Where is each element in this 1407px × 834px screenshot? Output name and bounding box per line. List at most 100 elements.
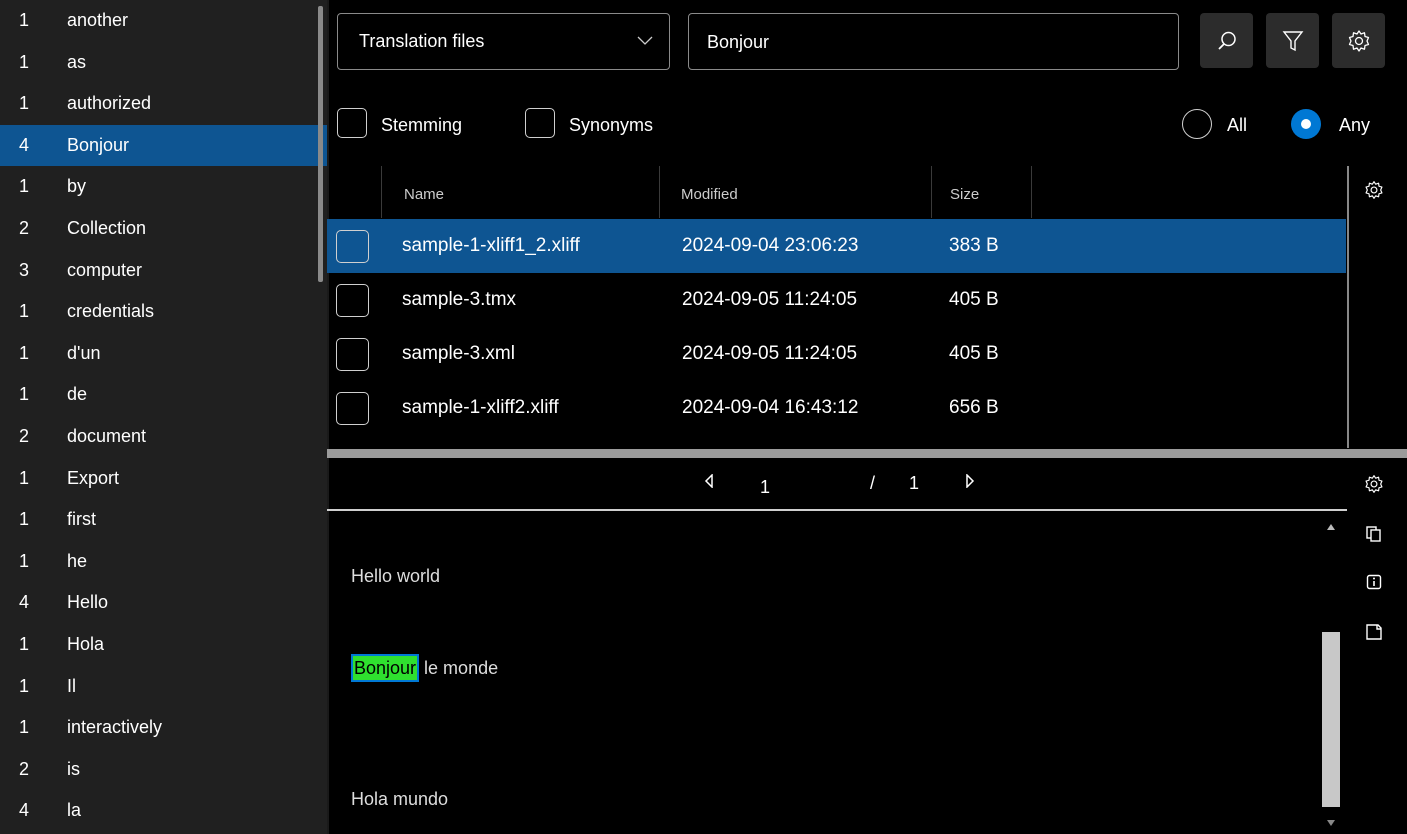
word-label: he	[67, 550, 88, 571]
next-page-button[interactable]	[965, 474, 975, 488]
column-header-name[interactable]: Name	[404, 186, 444, 203]
content-scrollbar[interactable]	[1320, 514, 1342, 834]
word-count: 4	[19, 800, 30, 821]
word-list-item[interactable]: 1 Hola	[0, 624, 327, 665]
scrollbar-thumb[interactable]	[1322, 632, 1340, 807]
word-label: Export	[67, 467, 120, 488]
info-icon[interactable]	[1362, 570, 1386, 594]
word-label: another	[67, 10, 129, 30]
column-divider[interactable]	[659, 166, 660, 218]
word-label: by	[67, 176, 87, 197]
row-checkbox[interactable]	[336, 230, 369, 263]
copy-icon[interactable]	[1362, 522, 1386, 546]
word-count: 1	[19, 10, 30, 30]
cell-modified: 2024-09-04 16:43:12	[682, 397, 859, 418]
word-list-item[interactable]: 1 authorized	[0, 83, 327, 124]
column-header-size[interactable]: Size	[950, 186, 982, 203]
table-right-border	[1347, 166, 1349, 448]
row-checkbox[interactable]	[336, 284, 369, 317]
word-list-scrollbar[interactable]	[318, 6, 323, 282]
word-label: de	[67, 384, 88, 405]
cell-name: sample-3.xml	[402, 343, 515, 364]
word-label: credentials	[67, 301, 155, 322]
word-label: la	[67, 800, 82, 821]
cell-name: sample-3.tmx	[402, 289, 517, 310]
search-button[interactable]	[1200, 13, 1253, 68]
table-row[interactable]: sample-3.tmx 2024-09-05 11:24:05 405 B	[327, 273, 1346, 327]
prev-page-button[interactable]	[704, 474, 714, 488]
row-checkbox[interactable]	[336, 338, 369, 371]
table-settings-gear-icon[interactable]	[1362, 178, 1386, 202]
word-count: 4	[19, 134, 30, 155]
synonyms-checkbox[interactable]	[525, 108, 555, 138]
column-divider[interactable]	[931, 166, 932, 218]
cell-name: sample-1-xliff2.xliff	[402, 397, 559, 418]
word-count: 1	[19, 634, 30, 654]
content-line-3: Hola mundo	[351, 789, 449, 809]
stemming-checkbox[interactable]	[337, 108, 367, 138]
word-label: first	[67, 509, 96, 530]
word-list-item[interactable]: 2 document	[0, 416, 327, 457]
scroll-down-arrow-icon[interactable]	[1327, 820, 1335, 826]
word-list-item[interactable]: 4 Hello	[0, 582, 327, 623]
word-list-item[interactable]: 3 computer	[0, 250, 327, 291]
table-row[interactable]: sample-3.xml 2024-09-05 11:24:05 405 B	[327, 327, 1346, 381]
word-label: computer	[67, 259, 143, 280]
word-label: as	[67, 51, 87, 72]
pager-divider	[327, 509, 1347, 511]
word-count: 1	[19, 342, 30, 363]
word-count: 3	[19, 259, 30, 280]
cell-size: 405 B	[949, 343, 999, 364]
word-list-item[interactable]: 4 la	[0, 790, 327, 831]
word-list-item[interactable]: 2 is	[0, 749, 327, 790]
column-header-modified[interactable]: Modified	[681, 186, 738, 203]
word-list-item[interactable]: 4 Bonjour	[0, 124, 327, 166]
filter-icon	[1282, 30, 1304, 52]
any-radio[interactable]	[1291, 109, 1321, 139]
search-input[interactable]	[707, 28, 1157, 56]
content-line-1: Hello world	[351, 566, 441, 586]
horizontal-splitter[interactable]	[327, 449, 1407, 458]
open-document-icon[interactable]	[1362, 620, 1386, 644]
table-row[interactable]: sample-1-xliff2.xliff 2024-09-04 16:43:12…	[327, 381, 1346, 435]
collection-dropdown[interactable]: Translation files	[337, 13, 670, 70]
word-list-item[interactable]: 1 credentials	[0, 291, 327, 332]
word-list-item[interactable]: 1 Export	[0, 458, 327, 499]
word-list-item[interactable]: 1 d'un	[0, 333, 327, 374]
page-separator: /	[870, 473, 876, 493]
word-list-item[interactable]: 1 he	[0, 541, 327, 582]
settings-button[interactable]	[1332, 13, 1385, 68]
gear-icon	[1347, 29, 1371, 53]
word-label: Hola	[67, 634, 105, 654]
all-radio[interactable]	[1182, 109, 1212, 139]
search-box[interactable]	[688, 13, 1179, 70]
word-list-item[interactable]: 1 first	[0, 499, 327, 540]
word-list[interactable]: 1 another 1 as 1 authorized 4 Bonjour 1 by 2 Collec…	[0, 0, 327, 834]
table-row[interactable]: sample-1-xliff1_2.xliff 2024-09-04 23:06:…	[327, 219, 1346, 273]
word-count: 1	[19, 675, 30, 696]
word-count: 1	[19, 717, 30, 738]
word-count: 1	[19, 176, 30, 197]
word-list-item[interactable]: 1 as	[0, 42, 327, 83]
filter-button[interactable]	[1266, 13, 1319, 68]
word-list-item[interactable]: 1 by	[0, 166, 327, 207]
all-label: All	[1227, 115, 1248, 135]
word-list-item[interactable]: 1 de	[0, 374, 327, 415]
row-checkbox[interactable]	[336, 392, 369, 425]
word-count: 2	[19, 426, 30, 446]
word-count: 1	[19, 384, 30, 405]
cell-name: sample-1-xliff1_2.xliff	[402, 235, 580, 256]
search-highlight: Bonjour	[351, 654, 420, 682]
word-list-item[interactable]: 1 another	[0, 0, 327, 41]
column-divider[interactable]	[1031, 166, 1032, 218]
word-list-item[interactable]: 2 Collection	[0, 208, 327, 249]
collection-dropdown-label: Translation files	[359, 31, 485, 51]
current-page[interactable]: 1	[760, 477, 770, 498]
word-list-item[interactable]: 1 Il	[0, 666, 327, 707]
word-list-item[interactable]: 1 interactively	[0, 707, 327, 748]
word-label: Hello	[67, 592, 109, 613]
scroll-up-arrow-icon[interactable]	[1327, 524, 1335, 530]
cell-size: 383 B	[949, 235, 999, 256]
column-divider[interactable]	[381, 166, 382, 218]
preview-settings-gear-icon[interactable]	[1362, 472, 1386, 496]
